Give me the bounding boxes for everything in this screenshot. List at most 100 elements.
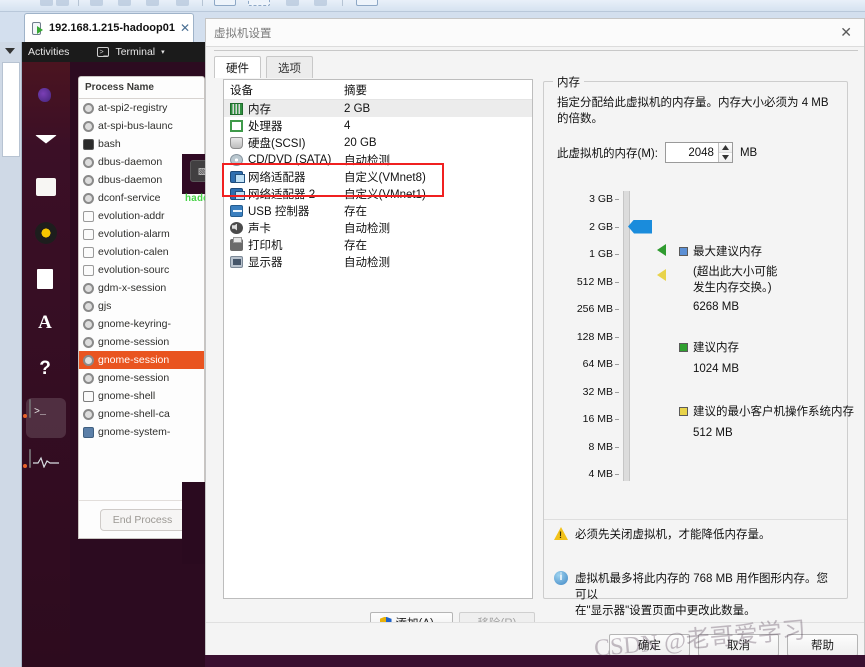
process-row[interactable]: gnome-shell <box>79 387 204 405</box>
process-row[interactable]: at-spi2-registry <box>79 99 204 117</box>
activities-button[interactable]: Activities <box>28 46 69 58</box>
env-icon <box>83 228 94 240</box>
toolbar-icon-view-fit[interactable] <box>248 0 270 6</box>
toolbar-icon-forward[interactable] <box>56 0 69 6</box>
process-name: gnome-session <box>98 336 170 348</box>
process-row[interactable]: at-spi-bus-launc <box>79 117 204 135</box>
device-rows[interactable]: 内存 2 GB 处理器 4 硬盘(SCSI) 20 GB CD/DVD (SATA) 自动检测… <box>224 100 532 270</box>
process-row[interactable]: evolution-calen <box>79 243 204 261</box>
close-icon[interactable]: ✕ <box>836 24 856 41</box>
slider-tick-label: 3 GB <box>589 193 613 205</box>
mon-icon <box>83 426 94 438</box>
device-cell: 网络适配器 <box>224 169 344 185</box>
vm-tab-close-icon[interactable]: ✕ <box>180 21 190 35</box>
ok-button[interactable]: 确定 <box>609 634 690 656</box>
printer-icon <box>230 236 243 251</box>
memory-value[interactable]: 2048 <box>666 147 718 159</box>
device-row[interactable]: 网络适配器 2 自定义(VMnet1) <box>224 185 532 202</box>
gear-icon <box>83 120 94 132</box>
device-list[interactable]: 设备 摘要 内存 2 GB 处理器 4 硬盘(SCSI) 20 GB CD/DVD (SAT… <box>222 79 533 599</box>
system-monitor-window: Process Name at-spi2-registry at-spi-bus-… <box>78 76 205 539</box>
process-row[interactable]: gnome-session <box>79 333 204 351</box>
process-name: gjs <box>98 300 112 312</box>
process-row[interactable]: evolution-sourc <box>79 261 204 279</box>
toolbar-icon-back[interactable] <box>40 0 53 6</box>
device-row[interactable]: 硬盘(SCSI) 20 GB <box>224 134 532 151</box>
memory-stepper[interactable]: 2048 <box>664 142 733 163</box>
device-row[interactable]: 打印机 存在 <box>224 236 532 253</box>
help-button[interactable]: 帮助 <box>787 634 858 656</box>
dock-item-libreoffice-writer[interactable] <box>29 262 63 296</box>
toolbar-separator-1 <box>78 0 79 6</box>
terminal-titlebar-icon[interactable]: ▧ <box>190 160 205 182</box>
toolbar-icon-view-full[interactable] <box>214 0 236 6</box>
dock-item-help[interactable] <box>29 354 63 388</box>
warning-icon <box>554 527 568 540</box>
process-row[interactable]: gnome-keyring- <box>79 315 204 333</box>
device-summary: 存在 <box>344 239 367 252</box>
process-name-column-header[interactable]: Process Name <box>79 77 204 99</box>
dock-item-firefox[interactable] <box>29 78 63 112</box>
device-row[interactable]: 显示器 自动检测 <box>224 253 532 270</box>
vmware-toolbar[interactable] <box>0 0 865 12</box>
desktop-background <box>182 482 205 564</box>
slider-tick-label: 256 MB <box>576 303 613 315</box>
device-summary: 自定义(VMnet8) <box>344 171 426 184</box>
app-menu-label[interactable]: Terminal <box>115 46 155 58</box>
process-row[interactable]: gjs <box>79 297 204 315</box>
memory-slider[interactable]: 3 GB 2 GB 1 GB 512 MB 256 MB 128 MB 64 MB 32 MB… <box>557 191 854 481</box>
device-cell: CD/DVD (SATA) <box>224 153 344 166</box>
env-icon <box>83 210 94 222</box>
toolbar-separator-2 <box>202 0 203 6</box>
dock-item-terminal[interactable] <box>29 399 63 434</box>
device-row[interactable]: 内存 2 GB <box>224 100 532 117</box>
chevron-down-icon[interactable]: ▾ <box>161 48 165 56</box>
device-cell: 网络适配器 2 <box>224 186 344 202</box>
column-header-device: 设备 <box>230 84 253 97</box>
device-cell: 打印机 <box>224 236 344 253</box>
dock-item-system-monitor[interactable] <box>29 449 63 484</box>
process-row[interactable]: evolution-addr <box>79 207 204 225</box>
toolbar-icon-unity[interactable] <box>286 0 299 6</box>
device-row[interactable]: 网络适配器 自定义(VMnet8) <box>224 168 532 185</box>
tab-options[interactable]: 选项 <box>266 56 313 78</box>
process-row[interactable]: gdm-x-session <box>79 279 204 297</box>
stepper-up-icon[interactable] <box>718 143 732 153</box>
device-row[interactable]: CD/DVD (SATA) 自动检测 <box>224 151 532 168</box>
memory-info-line1: 虚拟机最多将此内存的 768 MB 用作图形内存。您可以 <box>575 573 829 601</box>
toolbar-icon-settings[interactable] <box>176 0 189 6</box>
toolbar-icon-snapshot[interactable] <box>146 0 159 6</box>
device-row[interactable]: USB 控制器 存在 <box>224 202 532 219</box>
cancel-button[interactable]: 取消 <box>698 634 779 656</box>
dock-item-ubuntu-software[interactable] <box>29 308 63 342</box>
vm-tab-hadoop01[interactable]: 192.168.1.215-hadoop01 ✕ <box>24 13 194 42</box>
chevron-down-icon[interactable] <box>5 48 15 54</box>
slider-tick-label: 512 MB <box>576 275 613 288</box>
memory-info-box: i 虚拟机最多将此内存的 768 MB 用作图形内存。您可以 在"显示器"设置页… <box>544 569 847 617</box>
tab-hardware[interactable]: 硬件 <box>214 56 261 78</box>
process-row[interactable]: gnome-system- <box>79 423 204 441</box>
toolbar-icon-library[interactable] <box>356 0 378 6</box>
process-name: evolution-sourc <box>98 264 170 276</box>
process-row[interactable]: gnome-shell-ca <box>79 405 204 423</box>
device-row[interactable]: 处理器 4 <box>224 117 532 134</box>
memory-stepper-arrows[interactable] <box>717 143 732 162</box>
toolbar-icon-suspend[interactable] <box>118 0 131 6</box>
process-row[interactable]: evolution-alarm <box>79 225 204 243</box>
dock-item-files[interactable] <box>29 170 63 204</box>
memory-slider-thumb[interactable] <box>628 219 652 234</box>
slider-tick <box>615 199 619 200</box>
end-process-button[interactable]: End Process <box>99 508 186 531</box>
process-row[interactable]: bash <box>79 135 204 153</box>
dock-item-thunderbird[interactable] <box>29 124 63 158</box>
device-cell: USB 控制器 <box>224 203 344 219</box>
stepper-down-icon[interactable] <box>718 153 732 162</box>
device-row[interactable]: 声卡 自动检测 <box>224 219 532 236</box>
memory-slider-track[interactable] <box>623 191 630 481</box>
process-row[interactable]: gnome-session <box>79 369 204 387</box>
toolbar-icon-power-down[interactable] <box>90 0 103 6</box>
toolbar-icon-console[interactable] <box>314 0 327 6</box>
process-row[interactable]: gnome-session <box>79 351 204 369</box>
dock-item-rhythmbox[interactable] <box>29 216 63 250</box>
process-list[interactable]: at-spi2-registry at-spi-bus-launc bash dbus… <box>79 99 204 441</box>
